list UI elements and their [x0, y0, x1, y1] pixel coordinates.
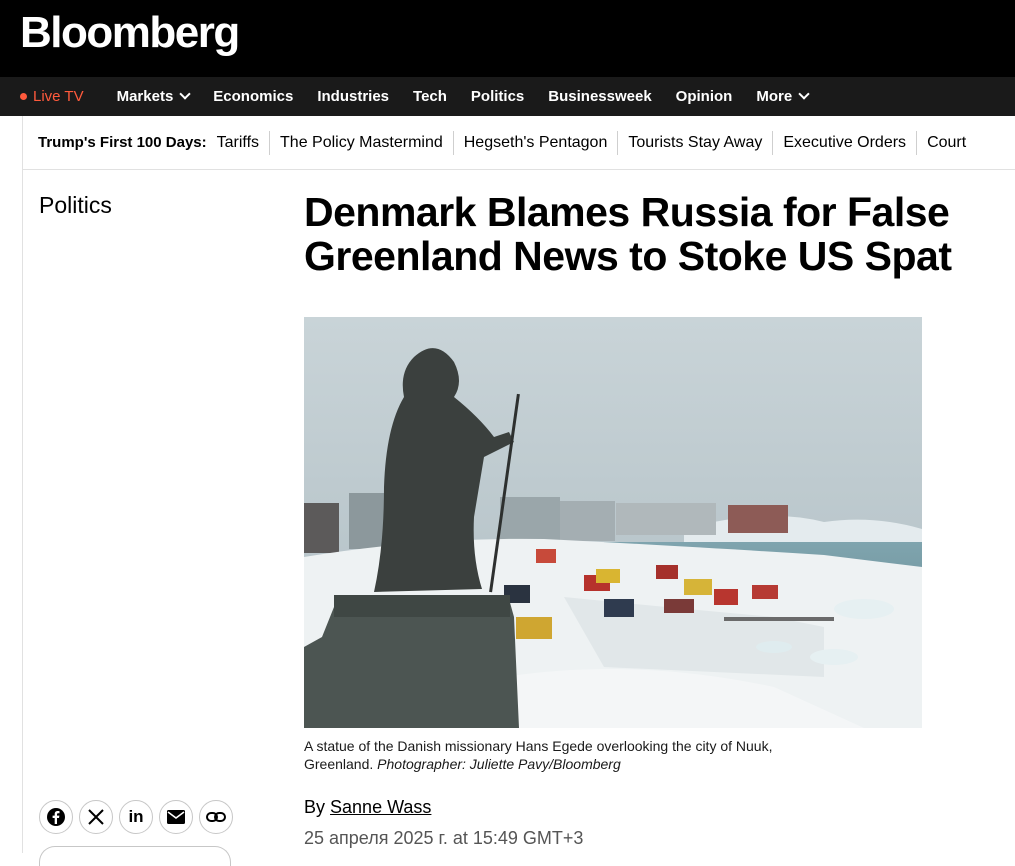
- share-linkedin-button[interactable]: in: [119, 800, 153, 834]
- email-icon: [167, 810, 185, 824]
- nav-economics-label: Economics: [213, 88, 294, 105]
- nav-tech-label: Tech: [413, 88, 447, 105]
- trending-link-hegseths-pentagon[interactable]: Hegseth's Pentagon: [452, 130, 618, 155]
- trending-link-policy-mastermind[interactable]: The Policy Mastermind: [269, 130, 453, 155]
- share-bar: in: [39, 800, 239, 834]
- nav-opinion[interactable]: Opinion: [676, 88, 733, 105]
- byline-prefix: By: [304, 797, 326, 817]
- share-email-button[interactable]: [159, 800, 193, 834]
- share-x-button[interactable]: [79, 800, 113, 834]
- nav-opinion-label: Opinion: [675, 88, 733, 105]
- chevron-down-icon: [179, 88, 191, 100]
- photo-caption: A statue of the Danish missionary Hans E…: [304, 737, 824, 773]
- nav-economics[interactable]: Economics: [213, 88, 293, 105]
- article-page: Trump's First 100 Days: Tariffs The Poli…: [22, 116, 1015, 866]
- article-headline: Denmark Blames Russia for False Greenlan…: [304, 190, 1015, 278]
- author-link[interactable]: Sanne Wass: [330, 797, 431, 817]
- lead-photo[interactable]: [304, 317, 922, 728]
- trending-link-executive-orders[interactable]: Executive Orders: [772, 130, 916, 155]
- trending-link-tourists-stay-away[interactable]: Tourists Stay Away: [617, 130, 772, 155]
- link-icon: [206, 812, 226, 822]
- chevron-down-icon: [798, 88, 810, 100]
- headline-line-1: Denmark Blames Russia for False: [304, 189, 950, 235]
- partial-button[interactable]: [39, 846, 231, 866]
- linkedin-icon: in: [128, 807, 144, 826]
- nav-politics[interactable]: Politics: [471, 88, 524, 105]
- nav-tech[interactable]: Tech: [413, 88, 447, 105]
- trending-link-tariffs[interactable]: Tariffs: [217, 131, 269, 155]
- trending-title: Trump's First 100 Days:: [38, 134, 207, 151]
- nav-businessweek[interactable]: Businessweek: [548, 88, 651, 105]
- byline: By Sanne Wass: [304, 797, 431, 818]
- live-tv-label: Live TV: [33, 88, 84, 105]
- main-nav: Live TV Markets Economics Industries Tec…: [0, 77, 1015, 116]
- nav-more[interactable]: More: [756, 88, 810, 105]
- headline-line-2: Greenland News to Stoke US Spat: [304, 233, 952, 279]
- nav-businessweek-label: Businessweek: [548, 88, 652, 105]
- trending-bar: Trump's First 100 Days: Tariffs The Poli…: [23, 116, 1015, 170]
- share-link-button[interactable]: [199, 800, 233, 834]
- nav-industries-label: Industries: [317, 88, 390, 105]
- publish-date: 25 апреля 2025 г. at 15:49 GMT+3: [304, 828, 584, 848]
- section-label[interactable]: Politics: [39, 192, 112, 219]
- live-tv-link[interactable]: Live TV: [20, 88, 84, 105]
- facebook-icon: [47, 808, 65, 826]
- caption-credit: Photographer: Juliette Pavy/Bloomberg: [377, 756, 621, 772]
- bloomberg-logo[interactable]: Bloomberg: [20, 8, 240, 58]
- nav-industries[interactable]: Industries: [317, 88, 389, 105]
- share-facebook-button[interactable]: [39, 800, 73, 834]
- nav-markets[interactable]: Markets: [116, 88, 191, 105]
- nav-more-label: More: [756, 88, 793, 105]
- nav-politics-label: Politics: [470, 88, 525, 105]
- lead-photo-illustration: [304, 317, 922, 728]
- x-icon: [88, 809, 104, 825]
- masthead: Bloomberg: [0, 0, 1015, 77]
- trending-link-court[interactable]: Court: [916, 130, 976, 155]
- live-dot-icon: [20, 93, 27, 100]
- nav-markets-label: Markets: [116, 88, 174, 105]
